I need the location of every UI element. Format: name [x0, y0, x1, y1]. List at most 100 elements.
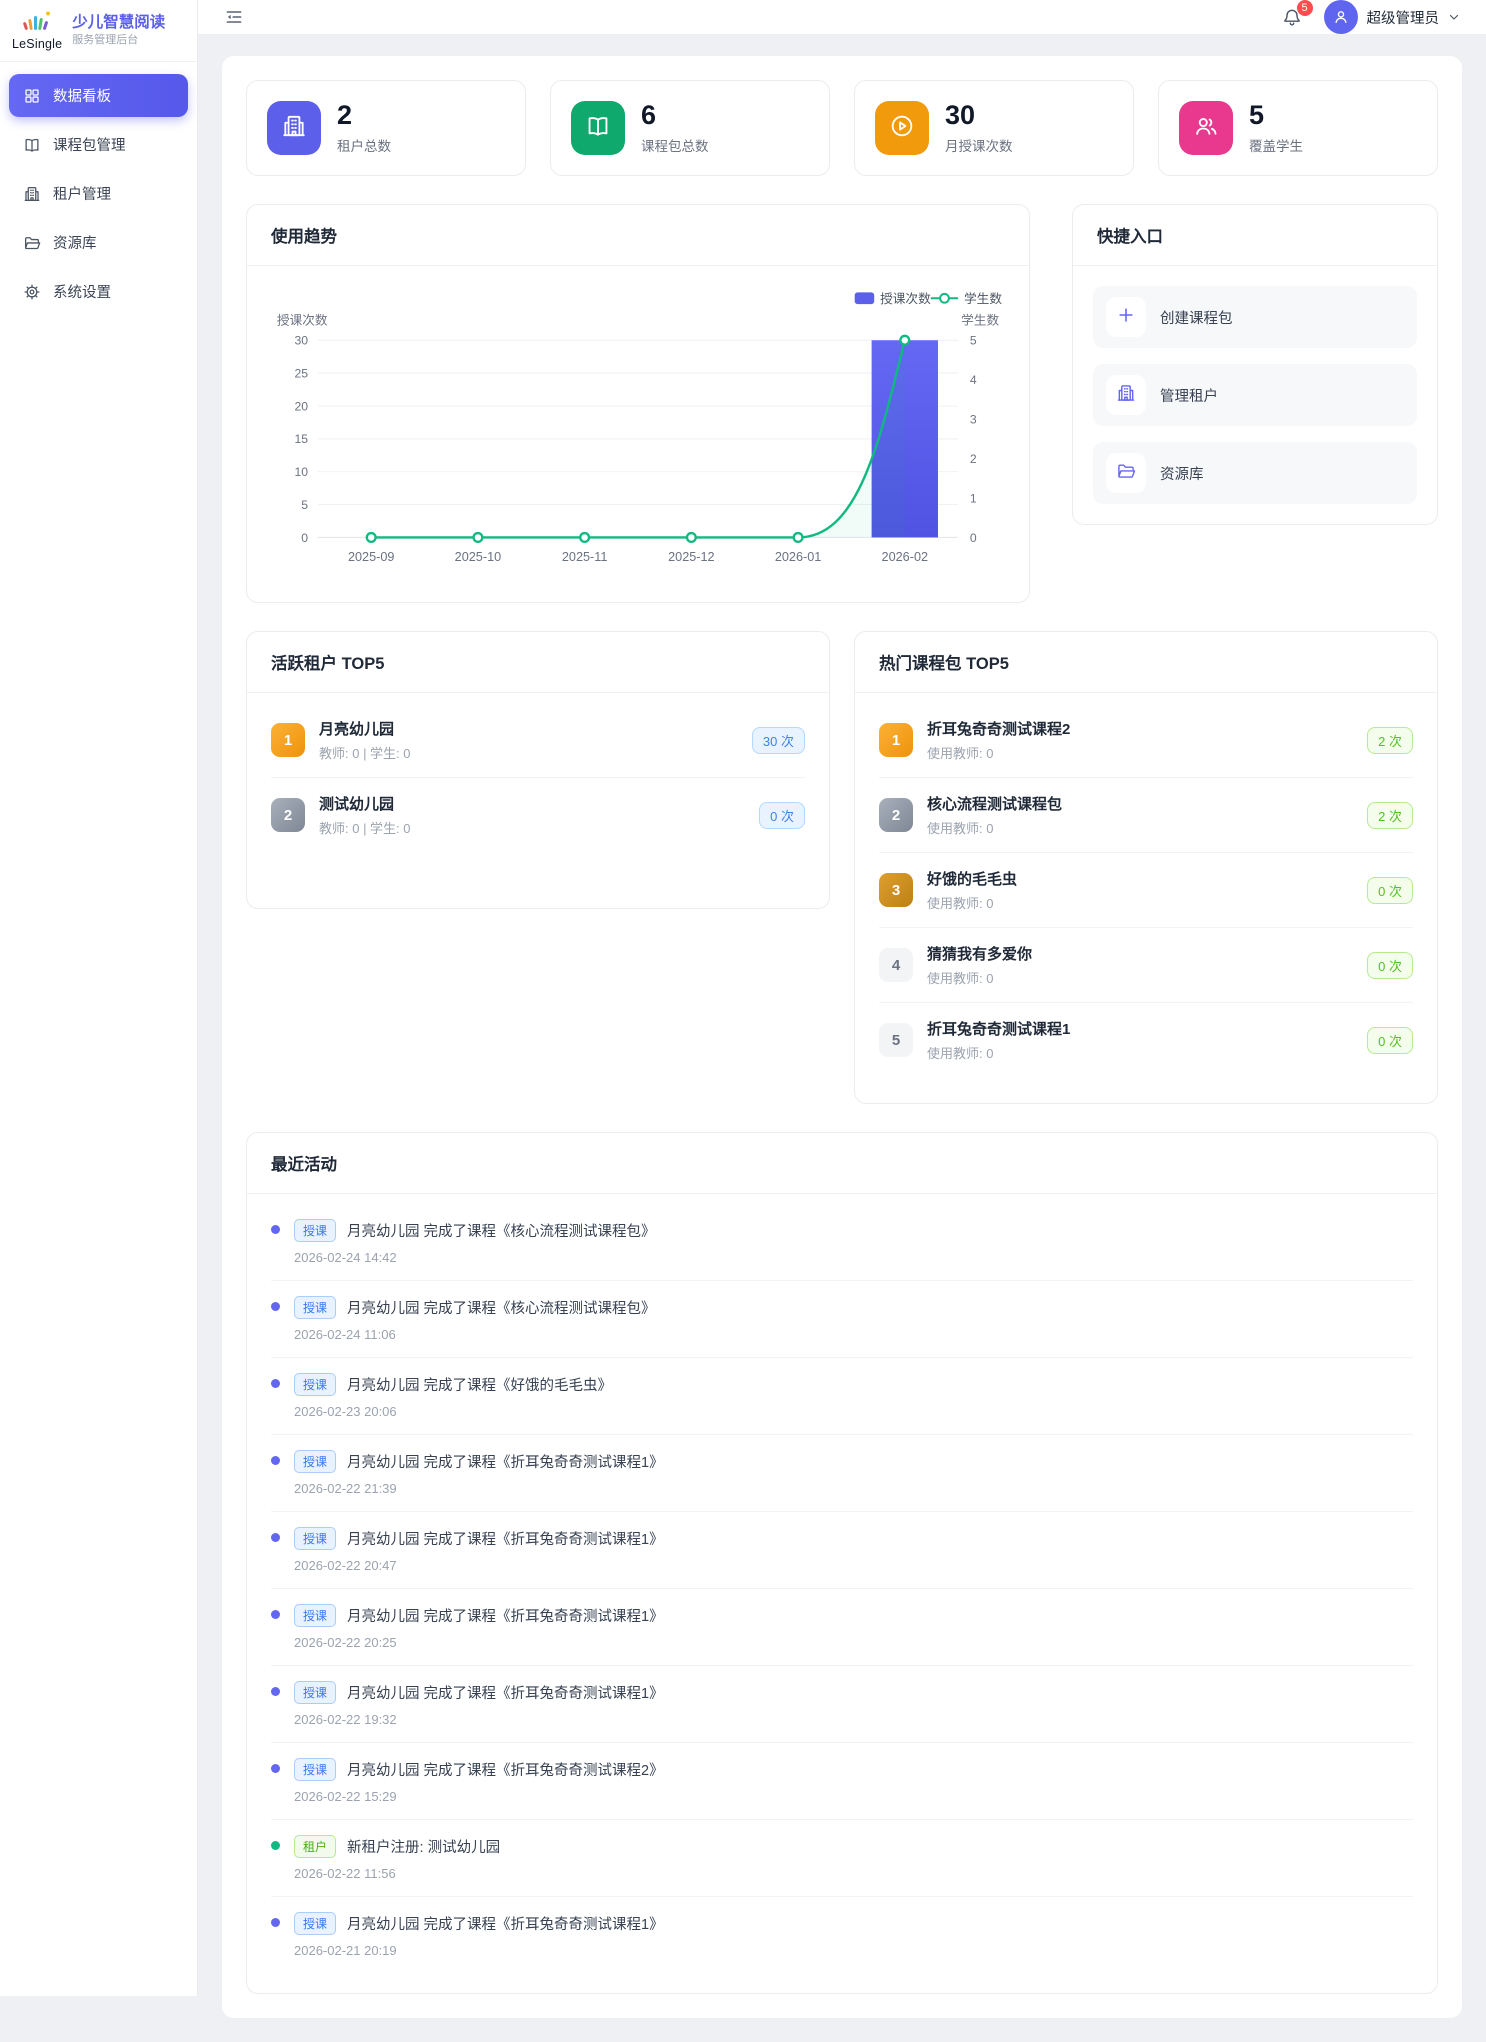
sidebar-item-3[interactable]: 资源库: [9, 221, 188, 264]
stat-label: 月授课次数: [945, 135, 1013, 155]
activity-line: 授课月亮幼儿园 完成了课程《核心流程测试课程包》: [294, 1296, 1413, 1319]
rank-meta: 使用教师: 0: [927, 743, 1353, 762]
rank-item-5: 5折耳兔奇奇测试课程1使用教师: 00 次: [879, 1003, 1413, 1077]
notifications-button[interactable]: 5: [1278, 3, 1306, 31]
sidebar-item-1[interactable]: 课程包管理: [9, 123, 188, 166]
logo-text: LeSingle: [12, 38, 62, 51]
rank-name: 好饿的毛毛虫: [927, 868, 1353, 889]
stat-texts: 30 月授课次数: [945, 101, 1013, 154]
activity-content: 授课月亮幼儿园 完成了课程《折耳兔奇奇测试课程1》2026-02-21 20:1…: [294, 1912, 1413, 1958]
activity-content: 授课月亮幼儿园 完成了课程《折耳兔奇奇测试课程1》2026-02-22 20:4…: [294, 1527, 1413, 1573]
activity-text: 月亮幼儿园 完成了课程《折耳兔奇奇测试课程2》: [347, 1759, 664, 1780]
stat-label: 课程包总数: [641, 135, 709, 155]
usage-count-pill: 0 次: [1367, 877, 1413, 904]
svg-text:0: 0: [970, 531, 977, 545]
stat-value: 30: [945, 101, 1013, 129]
activity-line: 授课月亮幼儿园 完成了课程《折耳兔奇奇测试课程1》: [294, 1912, 1413, 1935]
activity-tag: 授课: [294, 1373, 336, 1396]
usage-count-pill: 0 次: [759, 802, 805, 829]
activity-tag: 授课: [294, 1296, 336, 1319]
app-layout: LeSingle 少儿智慧阅读 服务管理后台 数据看板课程包管理租户管理资源库系…: [0, 0, 1486, 1996]
active-tenants-title: 活跃租户 TOP5: [247, 632, 829, 693]
activity-text: 月亮幼儿园 完成了课程《核心流程测试课程包》: [347, 1297, 656, 1318]
stat-value: 2: [337, 101, 391, 129]
activity-content: 授课月亮幼儿园 完成了课程《核心流程测试课程包》2026-02-24 14:42: [294, 1219, 1413, 1265]
building-icon: [1116, 383, 1136, 408]
rank-info: 折耳兔奇奇测试课程1使用教师: 0: [927, 1018, 1353, 1062]
quick-entry-1[interactable]: 管理租户: [1093, 364, 1417, 426]
rank-badge: 3: [879, 873, 913, 907]
svg-text:30: 30: [295, 334, 309, 348]
quick-entry-0[interactable]: 创建课程包: [1093, 286, 1417, 348]
activity-text: 月亮幼儿园 完成了课程《折耳兔奇奇测试课程1》: [347, 1605, 664, 1626]
svg-text:2026-02: 2026-02: [882, 550, 929, 564]
dashboard-panel: 2租户总数6课程包总数30月授课次数5覆盖学生 使用趋势 授课次数学生数授课次数…: [222, 56, 1462, 2018]
activity-item-5: 授课月亮幼儿园 完成了课程《折耳兔奇奇测试课程1》2026-02-22 20:2…: [271, 1589, 1413, 1666]
quick-icon-wrap: [1106, 297, 1146, 337]
activity-time: 2026-02-22 15:29: [294, 1789, 1413, 1804]
hot-packages-card: 热门课程包 TOP5 1折耳兔奇奇测试课程2使用教师: 02 次2核心流程测试课…: [854, 631, 1438, 1104]
usage-trend-title: 使用趋势: [247, 205, 1029, 266]
svg-text:10: 10: [295, 465, 309, 479]
activity-item-8: 租户新租户注册: 测试幼儿园2026-02-22 11:56: [271, 1820, 1413, 1897]
stat-label: 租户总数: [337, 135, 391, 155]
usage-count-pill: 2 次: [1367, 802, 1413, 829]
sidebar-item-0[interactable]: 数据看板: [9, 74, 188, 117]
svg-text:2025-09: 2025-09: [348, 550, 395, 564]
activity-item-1: 授课月亮幼儿园 完成了课程《核心流程测试课程包》 2026-02-24 11:06: [271, 1281, 1413, 1358]
stat-value: 6: [641, 101, 709, 129]
activity-item-3: 授课月亮幼儿园 完成了课程《折耳兔奇奇测试课程1》2026-02-22 21:3…: [271, 1435, 1413, 1512]
activity-text: 月亮幼儿园 完成了课程《折耳兔奇奇测试课程1》: [347, 1913, 664, 1934]
usage-count-pill: 0 次: [1367, 952, 1413, 979]
stat-card-2: 30 月授课次数: [854, 80, 1134, 176]
activity-time: 2026-02-22 11:56: [294, 1866, 1413, 1881]
rank-item-2: 2核心流程测试课程包使用教师: 02 次: [879, 778, 1413, 853]
svg-text:授课次数: 授课次数: [277, 314, 328, 328]
activity-tag: 授课: [294, 1219, 336, 1242]
activity-text: 月亮幼儿园 完成了课程《折耳兔奇奇测试课程1》: [347, 1682, 664, 1703]
svg-text:3: 3: [970, 413, 977, 427]
rank-item-1: 1月亮幼儿园教师: 0 | 学生: 030 次: [271, 703, 805, 778]
user-menu[interactable]: 超级管理员: [1324, 0, 1461, 34]
rank-name: 月亮幼儿园: [319, 718, 738, 739]
svg-text:15: 15: [295, 432, 309, 446]
activity-time: 2026-02-24 11:06: [294, 1327, 1413, 1342]
activity-tag: 租户: [294, 1835, 336, 1858]
play-icon: [889, 113, 915, 144]
svg-text:25: 25: [295, 367, 309, 381]
activity-item-6: 授课月亮幼儿园 完成了课程《折耳兔奇奇测试课程1》2026-02-22 19:3…: [271, 1666, 1413, 1743]
activity-item-4: 授课月亮幼儿园 完成了课程《折耳兔奇奇测试课程1》2026-02-22 20:4…: [271, 1512, 1413, 1589]
svg-text:2025-10: 2025-10: [455, 550, 502, 564]
activity-item-7: 授课月亮幼儿园 完成了课程《折耳兔奇奇测试课程2》2026-02-22 15:2…: [271, 1743, 1413, 1820]
logo: LeSingle: [12, 10, 62, 51]
stat-icon-wrap: [267, 101, 321, 155]
usage-count-pill: 30 次: [752, 727, 805, 754]
activity-tag: 授课: [294, 1912, 336, 1935]
activity-item-9: 授课月亮幼儿园 完成了课程《折耳兔奇奇测试课程1》2026-02-21 20:1…: [271, 1897, 1413, 1973]
sidebar-item-2[interactable]: 租户管理: [9, 172, 188, 215]
sidebar-item-4[interactable]: 系统设置: [9, 270, 188, 313]
quick-entry-title: 快捷入口: [1073, 205, 1437, 266]
activity-tag: 授课: [294, 1450, 336, 1473]
rank-meta: 使用教师: 0: [927, 1043, 1353, 1062]
recent-activity-title: 最近活动: [247, 1133, 1437, 1194]
building-icon: [23, 185, 41, 203]
quick-entry-2[interactable]: 资源库: [1093, 442, 1417, 504]
menu-fold-icon[interactable]: [224, 7, 244, 27]
activity-dot: [271, 1533, 280, 1542]
recent-activity-card: 最近活动 授课月亮幼儿园 完成了课程《核心流程测试课程包》2026-02-24 …: [246, 1132, 1438, 1994]
rank-name: 折耳兔奇奇测试课程2: [927, 718, 1353, 739]
activity-tag: 授课: [294, 1527, 336, 1550]
sidebar: LeSingle 少儿智慧阅读 服务管理后台 数据看板课程包管理租户管理资源库系…: [0, 0, 198, 1996]
app-subtitle: 服务管理后台: [72, 34, 165, 48]
book-icon: [23, 136, 41, 154]
avatar: [1324, 0, 1358, 34]
rank-badge: 1: [879, 723, 913, 757]
topbar-right: 5 超级管理员: [1278, 0, 1461, 34]
row-usage: 使用趋势 授课次数学生数授课次数学生数051015202530012345202…: [246, 204, 1438, 603]
hot-packages-list: 1 折耳兔奇奇测试课程2 使用教师: 0 2 次2核心流程测试课程包使用教师: 02 …: [855, 693, 1437, 1103]
svg-text:2025-12: 2025-12: [668, 550, 715, 564]
activity-time: 2026-02-22 20:25: [294, 1635, 1413, 1650]
activity-content: 授课月亮幼儿园 完成了课程《好饿的毛毛虫》2026-02-23 20:06: [294, 1373, 1413, 1419]
sidebar-item-label: 租户管理: [53, 183, 111, 204]
